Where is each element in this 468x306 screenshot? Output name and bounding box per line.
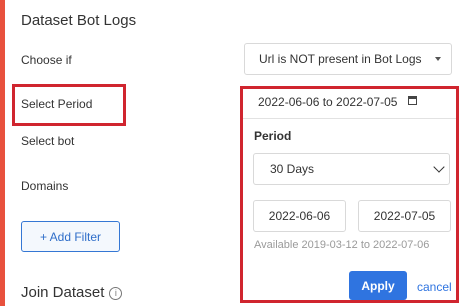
date-range-field[interactable]: 2022-06-06 to 2022-07-05 (258, 95, 397, 109)
start-date-input[interactable]: 2022-06-06 (253, 200, 346, 232)
choose-if-label: Choose if (21, 53, 72, 67)
period-label: Period (254, 129, 292, 143)
picker-divider (243, 118, 456, 119)
calendar-icon[interactable] (408, 96, 417, 105)
choose-if-value: Url is NOT present in Bot Logs (259, 52, 422, 66)
panel-title: Dataset Bot Logs (21, 12, 137, 29)
domains-label: Domains (21, 179, 69, 193)
chevron-down-icon (433, 161, 445, 173)
select-bot-label: Select bot (21, 134, 75, 148)
period-select[interactable]: 30 Days (253, 153, 450, 185)
cancel-link[interactable]: cancel (417, 280, 452, 294)
left-accent-bar (0, 0, 5, 306)
period-value: 30 Days (270, 162, 315, 176)
end-date-input[interactable]: 2022-07-05 (358, 200, 451, 232)
add-filter-button[interactable]: + Add Filter (21, 221, 120, 252)
join-dataset-title: Join Dataset i (21, 284, 123, 301)
caret-down-icon (435, 57, 441, 61)
select-period-label: Select Period (21, 97, 93, 111)
available-range-text: Available 2019-03-12 to 2022-07-06 (254, 239, 430, 251)
join-dataset-label: Join Dataset (21, 284, 105, 301)
apply-button[interactable]: Apply (349, 271, 407, 300)
info-icon[interactable]: i (109, 287, 123, 300)
choose-if-select[interactable]: Url is NOT present in Bot Logs (244, 43, 452, 75)
